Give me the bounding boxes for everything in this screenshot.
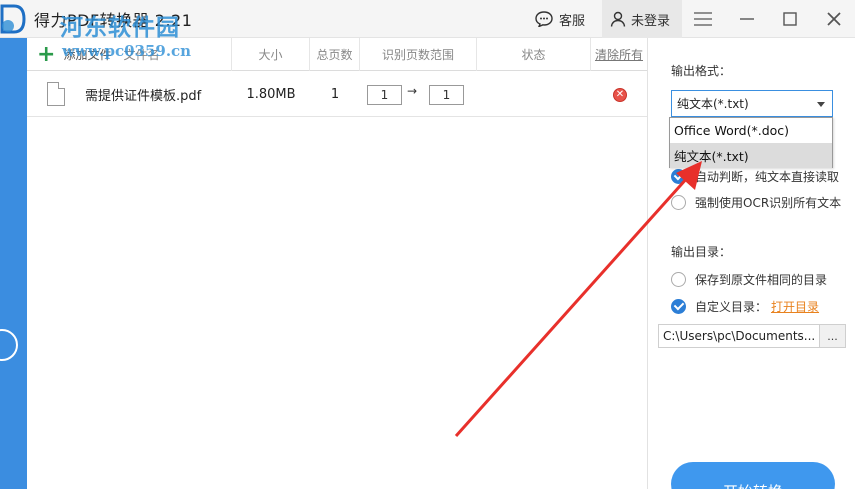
hamburger-menu-icon [694,12,712,26]
dir-same-label: 保存到原文件相同的目录 [695,273,828,287]
watermark-site-name: 河东软件园 [60,14,180,41]
menu-button[interactable] [683,0,723,38]
output-format-select[interactable]: 纯文本(*.txt) [671,90,833,117]
ocr-auto-option[interactable]: 自动判断，纯文本直接读取 [671,168,839,185]
ocr-force-label: 强制使用OCR识别所有文本 [695,196,842,210]
output-format-value: 纯文本(*.txt) [677,97,749,111]
dir-custom-option[interactable]: 自定义目录： 打开目录 [671,298,819,315]
plus-icon: + [37,41,56,67]
browse-button[interactable]: ... [819,325,845,347]
open-dir-link[interactable]: 打开目录 [771,298,819,315]
chat-bubble-icon [535,11,553,27]
minimize-button[interactable] [727,0,767,38]
output-format-label: 输出格式： [671,64,732,78]
close-button[interactable] [814,0,854,38]
left-sidebar-strip [0,38,27,489]
file-name: 需提供证件模板.pdf [85,89,202,104]
dir-same-option[interactable]: 保存到原文件相同的目录 [671,271,827,288]
format-option-word[interactable]: Office Word(*.doc) [670,118,832,143]
customer-service-label: 客服 [559,13,586,29]
output-path-field[interactable]: C:\Users\pc\Documents... ... [658,324,846,348]
table-row[interactable]: 需提供证件模板.pdf 1.80MB 1 1 → 1 ✕ [27,72,647,117]
watermark-url: www.pc0359.cn [62,42,192,60]
range-to-input[interactable]: 1 [429,85,464,105]
remove-file-button[interactable]: ✕ [613,88,627,102]
user-icon [610,11,626,27]
ocr-auto-label: 自动判断，纯文本直接读取 [695,170,840,184]
file-size: 1.80MB [246,87,296,102]
login-label: 未登录 [631,13,671,29]
output-dir-label: 输出目录： [671,245,732,259]
radio-unchecked-icon [671,272,686,287]
arrow-right-icon: → [407,84,418,98]
output-format-dropdown: Office Word(*.doc) 纯文本(*.txt) [669,117,833,168]
chevron-down-icon [817,102,825,107]
app-logo-icon [0,4,26,34]
range-column-header: 识别页数范围 [360,38,477,71]
settings-panel: 输出格式： 纯文本(*.txt) 自动判断，纯文本直接读取 强制使用OCR识别所… [647,38,855,489]
dir-custom-label: 自定义目录： [695,300,768,314]
file-icon [47,82,65,106]
output-path-value: C:\Users\pc\Documents... [663,329,816,343]
radio-checked-icon [671,169,686,184]
format-option-txt[interactable]: 纯文本(*.txt) [670,143,832,168]
size-column-header: 大小 [232,38,310,71]
clear-all-button[interactable]: 清除所有 [591,38,647,71]
status-column-header: 状态 [477,38,591,71]
radio-unchecked-icon [671,195,686,210]
title-bar: 得力PDF转换器 2.21 河东软件园 客服 未登录 [0,0,855,41]
file-page-count: 1 [330,87,340,102]
customer-service-button[interactable]: 客服 [535,0,585,38]
radio-checked-icon [671,299,686,314]
collapse-button[interactable] [0,329,18,361]
ocr-force-option[interactable]: 强制使用OCR识别所有文本 [671,194,841,211]
chevron-left-icon [0,337,3,353]
login-button[interactable]: 未登录 [602,0,682,38]
pages-column-header: 总页数 [310,38,360,71]
maximize-icon [783,12,797,26]
range-from-input[interactable]: 1 [367,85,402,105]
maximize-button[interactable] [770,0,810,38]
start-convert-button[interactable]: 开始转换 [671,462,835,489]
minimize-icon [740,18,754,20]
remove-x-icon: ✕ [615,89,625,100]
close-icon [827,12,841,26]
